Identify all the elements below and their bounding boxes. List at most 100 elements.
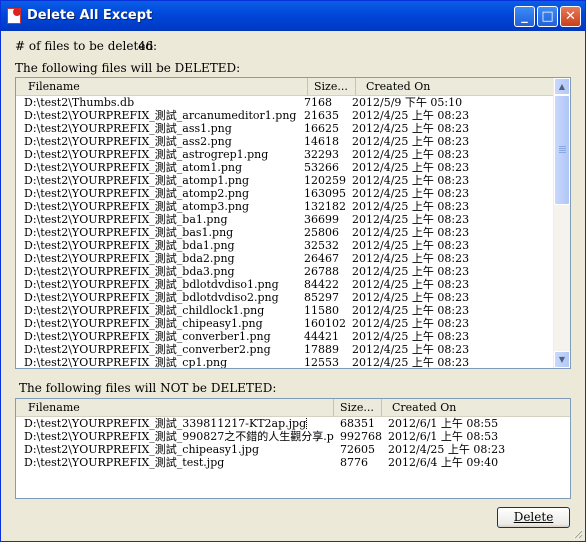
cell-created-on: 2012/4/25 上午 08:23: [352, 226, 470, 239]
table-row[interactable]: D:\test2\YOURPREFIX_測試_chipeasy1.png 1601…: [16, 317, 554, 330]
cell-size: 14618: [304, 135, 339, 148]
table-row[interactable]: D:\test2\YOURPREFIX_測試_converber1.png 444…: [16, 330, 554, 343]
cell-size: 992768: [340, 430, 382, 443]
cell-size: 17889: [304, 343, 339, 356]
scroll-down-arrow-icon[interactable]: ▼: [554, 351, 570, 368]
cell-created-on: 2012/6/1 上午 08:53: [388, 430, 499, 443]
title-bar[interactable]: Delete All Except _ □ ✕: [1, 1, 585, 31]
cell-size: 36699: [304, 213, 339, 226]
deleted-list-scrollbar[interactable]: ▲ ▼: [553, 78, 570, 368]
cell-size: 84422: [304, 278, 339, 291]
cell-filename: D:\test2\Thumbs.db: [24, 96, 135, 109]
kept-files-list[interactable]: Filename Size... Created On D:\test2\YOU…: [15, 398, 571, 499]
column-header-created-on[interactable]: Created On: [382, 399, 570, 416]
cell-created-on: 2012/4/25 上午 08:23: [352, 161, 470, 174]
cell-filename: D:\test2\YOURPREFIX_測試_ass1.png: [24, 122, 232, 135]
delete-button[interactable]: Delete: [497, 507, 570, 528]
resize-grip-icon[interactable]: [571, 527, 583, 539]
app-icon: [7, 8, 21, 24]
cell-created-on: 2012/6/1 上午 08:55: [388, 417, 499, 430]
table-row[interactable]: D:\test2\YOURPREFIX_測試_bda3.png 26788 2012…: [16, 265, 554, 278]
deleted-list-rows: D:\test2\Thumbs.db 7168 2012/5/9 下午 05:10 D…: [16, 96, 554, 369]
table-row[interactable]: D:\test2\YOURPREFIX_測試_atom1.png 53266 201…: [16, 161, 554, 174]
window-title: Delete All Except: [27, 8, 153, 23]
cell-created-on: 2012/4/25 上午 08:23: [352, 304, 470, 317]
table-row[interactable]: D:\test2\YOURPREFIX_測試_test.jpg 8776 2012/…: [16, 456, 570, 469]
cell-size: 160102: [304, 317, 346, 330]
cell-created-on: 2012/4/25 上午 08:23: [352, 330, 470, 343]
deleted-files-list[interactable]: Filename Size... Created On D:\test2\Thu…: [15, 77, 571, 369]
table-row[interactable]: D:\test2\YOURPREFIX_測試_cp1.png 12553 2012/…: [16, 356, 554, 369]
cell-filename: D:\test2\YOURPREFIX_測試_childlock1.png: [24, 304, 265, 317]
cell-size: 120259: [304, 174, 346, 187]
cell-created-on: 2012/4/25 上午 08:23: [352, 291, 470, 304]
files-count-value: 46: [138, 39, 154, 53]
cell-size: 32532: [304, 239, 339, 252]
deleted-list-header: Filename Size... Created On: [16, 78, 554, 96]
cell-created-on: 2012/5/9 下午 05:10: [352, 96, 463, 109]
kept-list-header: Filename Size... Created On: [16, 399, 570, 417]
table-row[interactable]: D:\test2\YOURPREFIX_測試_atomp2.png 163095 2…: [16, 187, 554, 200]
cell-created-on: 2012/4/25 上午 08:23: [352, 109, 470, 122]
cell-filename: D:\test2\YOURPREFIX_測試_bda2.png: [24, 252, 235, 265]
cell-created-on: 2012/4/25 上午 08:23: [352, 278, 470, 291]
table-row[interactable]: D:\test2\YOURPREFIX_測試_ba1.png 36699 2012/…: [16, 213, 554, 226]
cell-filename: D:\test2\YOURPREFIX_測試_atom1.png: [24, 161, 242, 174]
cell-filename: D:\test2\YOURPREFIX_測試_ba1.png: [24, 213, 228, 226]
cell-filename: D:\test2\YOURPREFIX_測試_bas1.png: [24, 226, 234, 239]
table-row[interactable]: D:\test2\YOURPREFIX_測試_bda1.png 32532 2012…: [16, 239, 554, 252]
table-row[interactable]: D:\test2\YOURPREFIX_測試_atomp3.png 132182 2…: [16, 200, 554, 213]
app-window: Delete All Except _ □ ✕ # of files to be…: [0, 0, 586, 542]
cell-created-on: 2012/4/25 上午 08:23: [352, 122, 470, 135]
cell-created-on: 2012/4/25 上午 08:23: [352, 239, 470, 252]
column-header-size[interactable]: Size...: [308, 78, 356, 95]
table-row[interactable]: D:\test2\YOURPREFIX_測試_bda2.png 26467 2012…: [16, 252, 554, 265]
cell-size: 16625: [304, 122, 339, 135]
cell-created-on: 2012/4/25 上午 08:23: [352, 265, 470, 278]
minimize-button[interactable]: _: [514, 6, 535, 27]
table-row[interactable]: D:\test2\YOURPREFIX_測試_childlock1.png 115…: [16, 304, 554, 317]
column-header-filename[interactable]: Filename: [16, 78, 308, 95]
cell-size: 8776: [340, 456, 368, 469]
cell-created-on: 2012/4/25 上午 08:23: [388, 443, 506, 456]
maximize-button[interactable]: □: [537, 6, 558, 27]
cell-filename: D:\test2\YOURPREFIX_測試_bdlotdvdiso2.png: [24, 291, 279, 304]
cell-size: 21635: [304, 109, 339, 122]
table-row[interactable]: D:\test2\YOURPREFIX_測試_ass1.png 16625 2012…: [16, 122, 554, 135]
cell-created-on: 2012/4/25 上午 08:23: [352, 213, 470, 226]
table-row[interactable]: D:\test2\YOURPREFIX_測試_converber2.png 178…: [16, 343, 554, 356]
cell-created-on: 2012/4/25 上午 08:23: [352, 317, 470, 330]
column-header-filename[interactable]: Filename: [16, 399, 334, 416]
cell-created-on: 2012/4/25 上午 08:23: [352, 174, 470, 187]
scrollbar-thumb[interactable]: [554, 95, 570, 205]
table-row[interactable]: D:\test2\YOURPREFIX_測試_bdlotdvdiso1.png 8…: [16, 278, 554, 291]
cell-filename: D:\test2\YOURPREFIX_測試_test.jpg: [24, 456, 225, 469]
table-row[interactable]: D:\test2\YOURPREFIX_測試_990827之不錯的人生觀分享.p…: [16, 430, 570, 443]
table-row[interactable]: D:\test2\YOURPREFIX_測試_arcanumeditor1.pn…: [16, 109, 554, 122]
cell-size: 25806: [304, 226, 339, 239]
scroll-up-arrow-icon[interactable]: ▲: [554, 78, 570, 95]
cell-created-on: 2012/6/4 上午 09:40: [388, 456, 499, 469]
table-row[interactable]: D:\test2\YOURPREFIX_測試_ass2.png 14618 2012…: [16, 135, 554, 148]
cell-created-on: 2012/4/25 上午 08:23: [352, 356, 470, 369]
cell-size: 44421: [304, 330, 339, 343]
cell-size: 7168: [304, 96, 332, 109]
table-row[interactable]: D:\test2\YOURPREFIX_測試_atomp1.png 120259 2…: [16, 174, 554, 187]
table-row[interactable]: D:\test2\YOURPREFIX_測試_astrogrep1.png 322…: [16, 148, 554, 161]
column-header-created-on[interactable]: Created On: [356, 78, 554, 95]
table-row[interactable]: D:\test2\YOURPREFIX_測試_339811217-KT2ap.j…: [16, 417, 570, 430]
table-row[interactable]: D:\test2\Thumbs.db 7168 2012/5/9 下午 05:10: [16, 96, 554, 109]
close-button[interactable]: ✕: [560, 6, 581, 27]
cell-size: 132182: [304, 200, 346, 213]
table-row[interactable]: D:\test2\YOURPREFIX_測試_bas1.png 25806 2012…: [16, 226, 554, 239]
cell-filename: D:\test2\YOURPREFIX_測試_atomp3.png: [24, 200, 250, 213]
cell-created-on: 2012/4/25 上午 08:23: [352, 148, 470, 161]
cell-size: 26788: [304, 265, 339, 278]
table-row[interactable]: D:\test2\YOURPREFIX_測試_chipeasy1.jpg 7260…: [16, 443, 570, 456]
table-row[interactable]: D:\test2\YOURPREFIX_測試_bdlotdvdiso2.png 8…: [16, 291, 554, 304]
cell-size: 11580: [304, 304, 339, 317]
files-count-label: # of files to be deleted:: [15, 39, 158, 53]
column-header-size[interactable]: Size...: [334, 399, 382, 416]
cell-filename: D:\test2\YOURPREFIX_測試_cp1.png: [24, 356, 228, 369]
cell-size: 85297: [304, 291, 339, 304]
